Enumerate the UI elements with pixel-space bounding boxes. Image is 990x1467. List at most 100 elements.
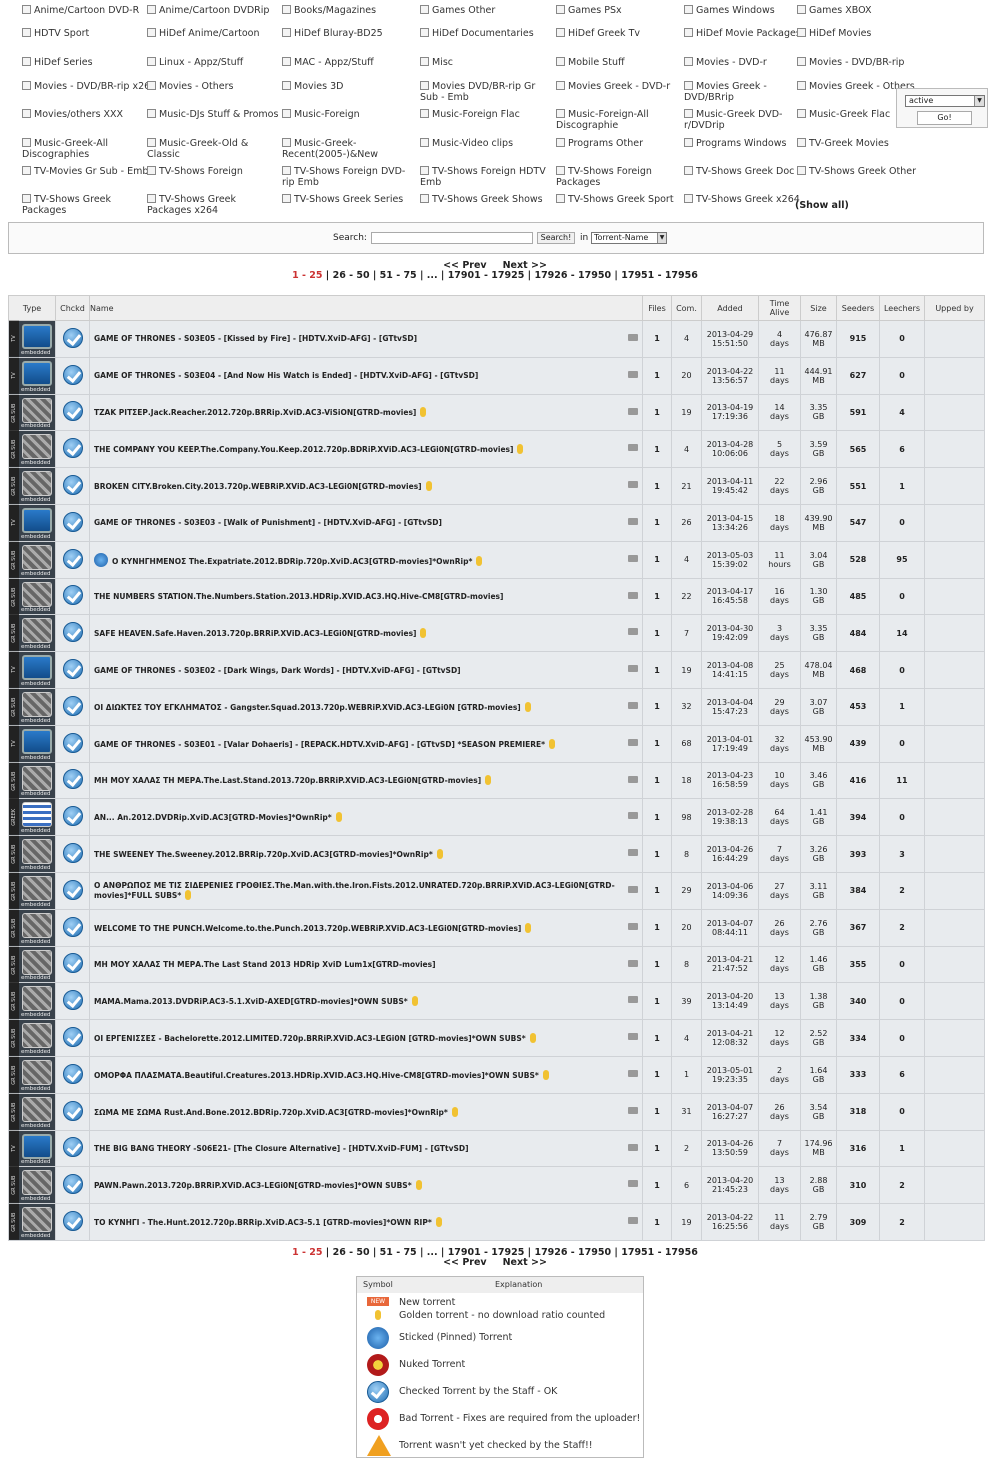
column-header[interactable]: Type [8,295,56,321]
torrent-name-link[interactable]: Ο ΑΝΘΡΩΠΟΣ ΜΕ ΤΙΣ ΣΙΔΕΡΕΝΙΕΣ ΓΡΟΘΙΕΣ.The… [94,881,615,900]
comments-cell[interactable]: 19 [671,651,702,689]
leechers-cell[interactable]: 6 [879,1055,925,1094]
checkbox-icon[interactable] [147,57,156,66]
checkbox-icon[interactable] [282,194,291,203]
status-select[interactable]: active ▼ [905,95,985,107]
type-cell[interactable]: GR SUB embedded [8,908,56,947]
comments-cell[interactable]: 68 [671,724,702,763]
category-checkbox[interactable]: TV-Movies Gr Sub - Emb [22,166,157,177]
checkbox-icon[interactable] [282,5,291,14]
download-icon[interactable] [628,481,638,489]
film-reel-icon[interactable] [22,802,52,828]
column-header[interactable]: Size [800,295,837,321]
seeders-cell[interactable]: 547 [836,503,880,542]
leechers-cell[interactable]: 0 [879,724,925,763]
page-link[interactable]: ... [427,270,438,281]
column-header[interactable]: Seeders [836,295,880,321]
checkbox-icon[interactable] [420,109,429,118]
seeders-cell[interactable]: 627 [836,356,880,395]
type-cell[interactable]: GR SUB embedded [8,945,56,984]
download-icon[interactable] [628,959,638,967]
checkbox-icon[interactable] [282,109,291,118]
torrent-name-link[interactable]: GAME OF THRONES - S03E05 - [Kissed by Fi… [94,334,417,343]
category-checkbox[interactable]: Games PSx [556,5,691,16]
category-checkbox[interactable]: HiDef Movies [797,28,932,39]
category-checkbox[interactable]: Books/Magazines [282,5,417,16]
leechers-cell[interactable]: 0 [879,798,925,837]
type-cell[interactable]: TV embedded [8,651,56,689]
seeders-cell[interactable]: 485 [836,577,880,616]
page-link[interactable]: 17926 - 17950 [534,270,611,281]
checkbox-icon[interactable] [282,57,291,66]
next-link[interactable]: Next >> [503,1257,547,1268]
checkbox-icon[interactable] [22,109,31,118]
category-checkbox[interactable]: TV-Greek Movies [797,138,932,149]
checkbox-icon[interactable] [147,138,156,147]
film-reel-icon[interactable] [22,839,52,865]
page-link[interactable]: 26 - 50 [333,1247,370,1258]
film-reel-icon[interactable] [22,618,52,644]
leechers-cell[interactable]: 95 [879,540,925,579]
checkbox-icon[interactable] [797,28,806,37]
category-checkbox[interactable]: Programs Other [556,138,691,149]
torrent-name-link[interactable]: Ο ΚΥΝΗΓΗΜΕΝΟΣ The.Expatriate.2012.BDRip.… [112,557,472,566]
comments-cell[interactable]: 8 [671,835,702,873]
category-checkbox[interactable]: HiDef Documentaries [420,28,555,39]
checkbox-icon[interactable] [282,28,291,37]
category-checkbox[interactable]: TV-Shows Foreign Packages [556,166,691,188]
comments-cell[interactable]: 2 [671,1129,702,1168]
checkbox-icon[interactable] [420,5,429,14]
leechers-cell[interactable]: 2 [879,908,925,947]
type-cell[interactable]: GR SUB embedded [8,1019,56,1057]
download-icon[interactable] [628,812,638,820]
comments-cell[interactable]: 1 [671,1055,702,1094]
checkbox-icon[interactable] [797,166,806,175]
checkbox-icon[interactable] [684,5,693,14]
download-icon[interactable] [628,554,638,562]
download-icon[interactable] [628,370,638,378]
page-link[interactable]: 1 - 25 [292,1247,322,1258]
download-icon[interactable] [628,775,638,783]
leechers-cell[interactable]: 14 [879,614,925,653]
tv-icon[interactable] [22,1133,52,1159]
page-link[interactable]: 26 - 50 [333,270,370,281]
checkbox-icon[interactable] [797,5,806,14]
leechers-cell[interactable]: 0 [879,945,925,984]
tv-icon[interactable] [22,655,52,681]
category-checkbox[interactable]: Misc [420,57,555,68]
download-icon[interactable] [628,738,638,746]
type-cell[interactable]: TV embedded [8,724,56,763]
checkbox-icon[interactable] [420,166,429,175]
comments-cell[interactable]: 4 [671,430,702,469]
category-checkbox[interactable]: Games XBOX [797,5,932,16]
checkbox-icon[interactable] [420,138,429,147]
type-cell[interactable]: GR SUB embedded [8,1092,56,1131]
download-icon[interactable] [628,628,638,636]
go-button[interactable]: Go! [917,111,972,125]
page-link[interactable]: 1 - 25 [292,270,322,281]
column-header[interactable]: Chckd [55,295,90,321]
film-reel-icon[interactable] [22,1023,52,1049]
torrent-name-link[interactable]: ΜΗ ΜΟΥ ΧΑΛΑΣ ΤΗ ΜΕΡΑ.The Last Stand 2013… [94,960,436,969]
download-icon[interactable] [628,665,638,673]
checkbox-icon[interactable] [282,166,291,175]
torrent-name-link[interactable]: ΟΜΟΡΦΑ ΠΛΑΣΜΑΤΑ.Beautiful.Creatures.2013… [94,1071,539,1080]
torrent-name-link[interactable]: GAME OF THRONES - S03E01 - [Valar Dohaer… [94,740,545,749]
checkbox-icon[interactable] [147,28,156,37]
column-header[interactable]: Time Alive [758,295,801,321]
comments-cell[interactable]: 4 [671,540,702,579]
film-reel-icon[interactable] [22,765,52,791]
leechers-cell[interactable]: 1 [879,467,925,505]
category-checkbox[interactable]: TV-Shows Foreign DVD-rip Emb [282,166,417,188]
checkbox-icon[interactable] [684,166,693,175]
film-reel-icon[interactable] [22,1096,52,1122]
checkbox-icon[interactable] [147,109,156,118]
category-checkbox[interactable]: MAC - Appz/Stuff [282,57,417,68]
checkbox-icon[interactable] [22,138,31,147]
download-icon[interactable] [628,591,638,599]
category-checkbox[interactable]: TV-Shows Greek Shows [420,194,555,205]
torrent-name-link[interactable]: THE NUMBERS STATION.The.Numbers.Station.… [94,592,503,601]
page-link[interactable]: 51 - 75 [380,270,417,281]
seeders-cell[interactable]: 334 [836,1019,880,1057]
film-reel-icon[interactable] [22,949,52,975]
